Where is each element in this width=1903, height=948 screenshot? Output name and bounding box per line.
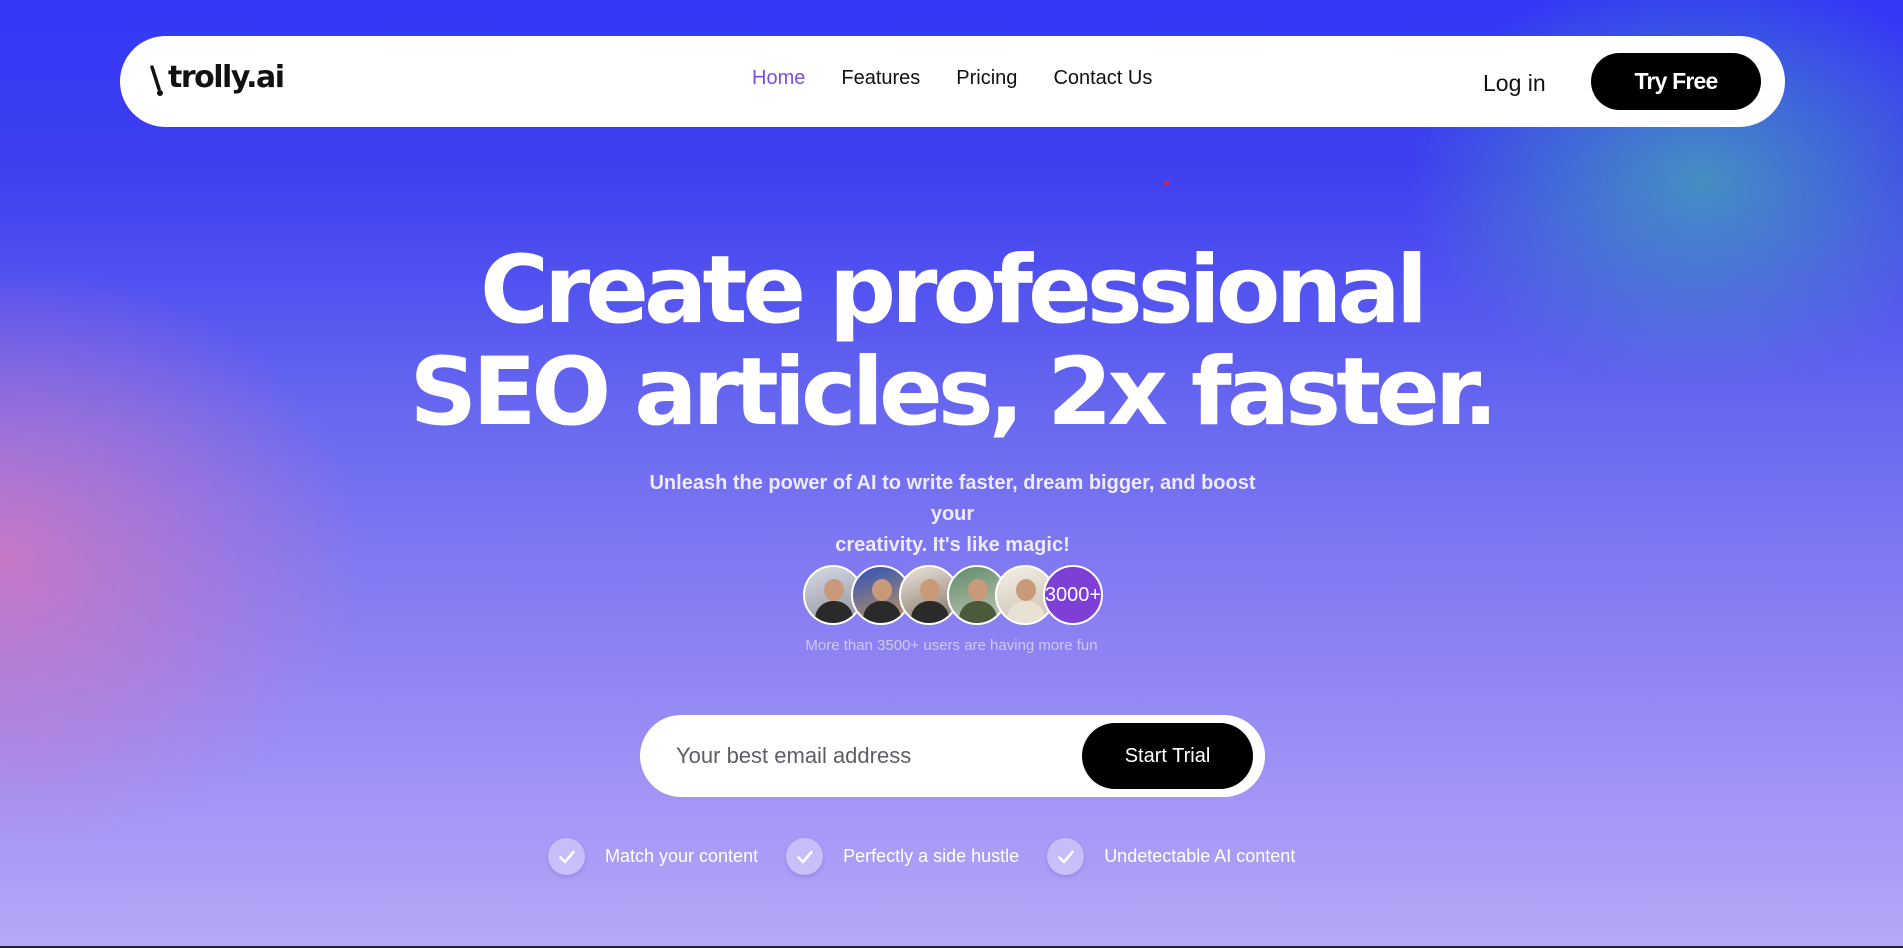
- check-icon: [548, 838, 585, 875]
- nav-link-pricing[interactable]: Pricing: [956, 67, 1017, 90]
- hero-title: Create professional SEO articles, 2x fas…: [0, 240, 1903, 444]
- check-icon: [786, 838, 824, 875]
- start-trial-button[interactable]: Start Trial: [1082, 723, 1253, 789]
- user-count-badge: 3000+: [1043, 565, 1103, 625]
- decorative-dot: [1164, 181, 1169, 186]
- feature-label: Undetectable AI content: [1104, 846, 1296, 866]
- nav-links: Home Features Pricing Contact Us: [752, 67, 1152, 90]
- feature-label: Match your content: [605, 846, 759, 866]
- feature-item: Match your content: [548, 838, 758, 875]
- nav-link-home[interactable]: Home: [752, 67, 805, 90]
- users-note: More than 3500+ users are having more fu…: [805, 637, 1098, 654]
- feature-label: Perfectly a side hustle: [843, 846, 1020, 866]
- hero-subtitle: Unleash the power of AI to write faster,…: [630, 468, 1275, 561]
- email-input[interactable]: [676, 740, 1056, 772]
- feature-item: Perfectly a side hustle: [786, 838, 1019, 875]
- hero-title-line-2: SEO articles, 2x faster.: [409, 338, 1499, 447]
- logo-text: trolly.ai: [168, 60, 285, 95]
- nav-link-features[interactable]: Features: [841, 67, 920, 90]
- try-free-button[interactable]: Try Free: [1591, 53, 1761, 110]
- cart-logo-icon: [150, 61, 166, 96]
- email-signup-form: Start Trial: [640, 715, 1265, 797]
- user-avatars: 3000+: [803, 565, 1103, 625]
- feature-item: Undetectable AI content: [1047, 838, 1295, 875]
- nav-link-contact[interactable]: Contact Us: [1053, 67, 1152, 90]
- logo[interactable]: trolly.ai: [150, 60, 285, 96]
- navbar: trolly.ai Home Features Pricing Contact …: [120, 36, 1785, 127]
- hero-title-line-1: Create professional: [479, 236, 1428, 345]
- feature-list: Match your content Perfectly a side hust…: [548, 838, 1323, 875]
- check-icon: [1047, 838, 1085, 875]
- hero-subtitle-line-1: Unleash the power of AI to write faster,…: [649, 472, 1256, 525]
- login-link[interactable]: Log in: [1483, 70, 1546, 97]
- hero-subtitle-line-2: creativity. It's like magic!: [835, 534, 1070, 556]
